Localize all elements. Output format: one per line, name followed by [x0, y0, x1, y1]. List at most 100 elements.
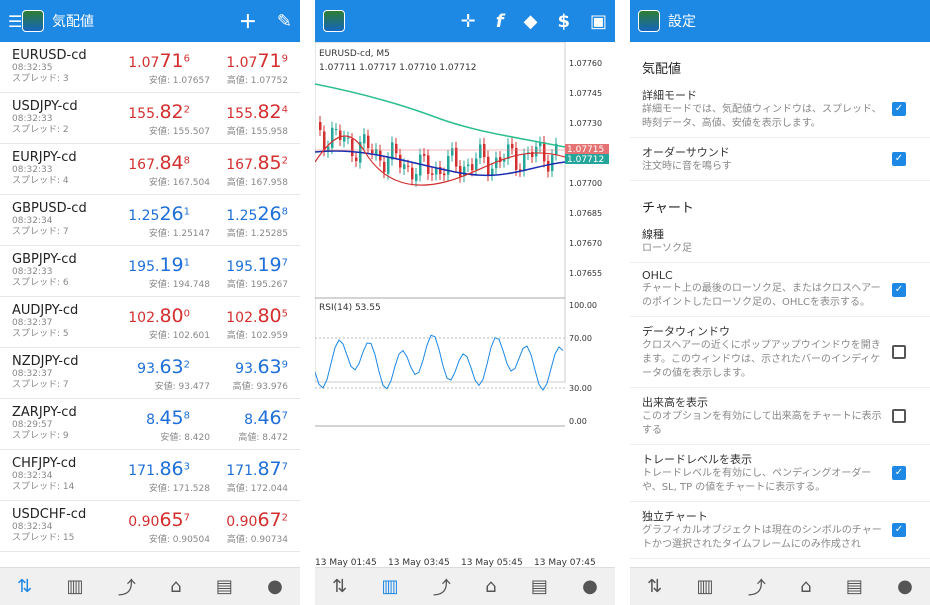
- add-icon[interactable]: ＋: [239, 8, 257, 34]
- setting-description: このオプションを有効にして出来高をチャートに表示する: [642, 411, 882, 436]
- nav-trade-icon[interactable]: ⤴: [118, 574, 136, 600]
- bid-price: 1.07716: [128, 50, 190, 72]
- candle-body: [535, 146, 538, 157]
- nav-messages-icon[interactable]: ●: [267, 576, 283, 597]
- quote-row[interactable]: EURJPY-cd 08:32:33 スプレッド: 4 167.848 167.852 安…: [0, 144, 300, 195]
- settings-list-quotes: 詳細モード 詳細モードでは、気配値ウィンドウは、スプレッド、時刻データ、高値、安値…: [630, 81, 930, 181]
- candle-body: [451, 148, 454, 156]
- menu-icon[interactable]: ☰: [8, 12, 22, 31]
- crosshair-icon[interactable]: ✛: [461, 11, 476, 32]
- setting-description: クロスヘアーの近くにポップアップウインドウを開きます。このウィンドウは、示された…: [642, 340, 881, 379]
- setting-title: 独立チャート: [642, 510, 708, 523]
- nav-history-icon[interactable]: ⌂: [170, 576, 181, 597]
- time-tick-label: 13 May 05:45: [461, 558, 523, 567]
- quote-row[interactable]: ZARJPY-cd 08:29:57 スプレッド: 9 8.458 8.467 安値: 8…: [0, 399, 300, 450]
- setting-checkbox[interactable]: ✓: [892, 102, 906, 116]
- time-tick-label: 13 May 03:45: [388, 558, 450, 567]
- candle-body: [547, 160, 550, 172]
- quote-row[interactable]: AUDJPY-cd 08:32:37 スプレッド: 5 102.800 102.805 安…: [0, 297, 300, 348]
- nav-news-icon[interactable]: ▤: [216, 576, 233, 597]
- nav-trade-icon[interactable]: ⤴: [433, 574, 451, 600]
- quote-row[interactable]: EURUSD-cd 08:32:35 スプレッド: 3 1.07716 1.07719 安…: [0, 42, 300, 93]
- setting-title: 詳細モード: [642, 89, 697, 102]
- candle-body: [467, 164, 470, 167]
- setting-checkbox[interactable]: ✓: [892, 523, 906, 537]
- chart-appbar: ✛ f ◆ $ ▣: [315, 0, 615, 42]
- setting-row[interactable]: 詳細モード 詳細モードでは、気配値ウィンドウは、スプレッド、時刻データ、高値、安値…: [630, 81, 930, 138]
- candle-body: [507, 144, 510, 159]
- candle-body: [407, 165, 410, 167]
- bid-price: 195.191: [128, 254, 190, 276]
- quote-row[interactable]: USDCHF-cd 08:32:34 スプレッド: 15 0.90657 0.90672…: [0, 501, 300, 552]
- nav-quotes-icon[interactable]: ⇅: [647, 576, 662, 597]
- settings-appbar: 設定: [630, 0, 930, 42]
- setting-line-type[interactable]: 線種 ローソク足: [630, 220, 930, 263]
- ask-price: 155.824: [226, 101, 288, 123]
- setting-row[interactable]: トレードレベルを表示 トレードレベルを有効にし、ペンディングオーダーや、SL, T…: [630, 445, 930, 502]
- quote-row[interactable]: NZDJPY-cd 08:32:37 スプレッド: 7 93.632 93.639 安値:…: [0, 348, 300, 399]
- setting-checkbox[interactable]: ✓: [892, 282, 906, 297]
- low-price: 安値: 194.748: [148, 280, 210, 290]
- nav-messages-icon[interactable]: ●: [897, 576, 913, 597]
- nav-quotes-icon[interactable]: ⇅: [332, 576, 347, 597]
- nav-chart-icon[interactable]: ▥: [67, 576, 84, 597]
- nav-chart-icon[interactable]: ▥: [697, 576, 714, 597]
- high-price: 高値: 102.959: [226, 331, 288, 341]
- candle-body: [363, 134, 366, 144]
- high-price: 高値: 1.07752: [226, 76, 288, 86]
- quote-row[interactable]: CHFJPY-cd 08:32:34 スプレッド: 14 171.863 171.877…: [0, 450, 300, 501]
- nav-quotes-icon[interactable]: ⇅: [17, 576, 32, 597]
- bottom-nav: ⇅ ▥ ⤴ ⌂ ▤ ●: [0, 567, 300, 605]
- candle-body: [543, 142, 546, 162]
- setting-row[interactable]: オーダーサウンド 注文時に音を鳴らす ✓: [630, 138, 930, 181]
- setting-row[interactable]: 独立チャート グラフィカルオブジェクトは現在のシンボルのチャートかつ選択されたタイ…: [630, 502, 930, 559]
- candle-body: [387, 158, 390, 174]
- quote-row[interactable]: USDJPY-cd 08:32:33 スプレッド: 2 155.822 155.824 安…: [0, 93, 300, 144]
- setting-checkbox[interactable]: [892, 409, 906, 423]
- objects-icon[interactable]: ◆: [524, 11, 538, 32]
- indicator-icon[interactable]: f: [496, 11, 504, 32]
- setting-row[interactable]: 出来高を表示 このオプションを有効にして出来高をチャートに表示する: [630, 388, 930, 445]
- high-price: 高値: 1.25285: [226, 229, 288, 239]
- setting-title: OHLC: [642, 269, 673, 282]
- nav-news-icon[interactable]: ▤: [846, 576, 863, 597]
- setting-title: オーダーサウンド: [642, 146, 730, 159]
- section-quotes: 気配値: [642, 62, 682, 77]
- high-price: 高値: 167.958: [226, 178, 288, 188]
- nav-history-icon[interactable]: ⌂: [485, 576, 496, 597]
- nav-chart-icon[interactable]: ▥: [382, 576, 399, 597]
- rsi-tick-label: 30.00: [569, 384, 592, 393]
- nav-news-icon[interactable]: ▤: [531, 576, 548, 597]
- setting-checkbox[interactable]: ✓: [892, 152, 906, 166]
- high-price: 高値: 0.90734: [226, 535, 288, 545]
- setting-row[interactable]: データウィンドウ クロスヘアーの近くにポップアップウインドウを開きます。このウィン…: [630, 317, 930, 388]
- page-title: 気配値: [52, 14, 94, 30]
- low-price: 安値: 171.528: [148, 484, 210, 494]
- nav-trade-icon[interactable]: ⤴: [748, 574, 766, 600]
- setting-description: 注文時に音を鳴らす: [642, 161, 732, 172]
- bid-price: 1.25261: [128, 203, 190, 225]
- price-chart[interactable]: EURUSD-cd, M5 1.07711 1.07717 1.07710 1.…: [315, 42, 615, 567]
- high-price: 高値: 155.958: [226, 127, 288, 137]
- settings-panel: 設定 気配値 詳細モード 詳細モードでは、気配値ウィンドウは、スプレッド、時刻デー…: [630, 0, 930, 605]
- candle-body: [551, 155, 554, 172]
- bid-price: 167.848: [128, 152, 190, 174]
- setting-checkbox[interactable]: [892, 345, 906, 359]
- low-price: 安値: 8.420: [160, 433, 210, 443]
- low-price: 安値: 1.25147: [148, 229, 210, 239]
- setting-checkbox[interactable]: ✓: [892, 466, 906, 480]
- ask-price: 8.467: [244, 407, 288, 429]
- candle-body: [383, 161, 386, 173]
- trade-dollar-icon[interactable]: $: [557, 11, 570, 32]
- quote-row[interactable]: GBPUSD-cd 08:32:34 スプレッド: 7 1.25261 1.25268 安…: [0, 195, 300, 246]
- bid-price-tag: 1.07715: [567, 145, 604, 155]
- nav-history-icon[interactable]: ⌂: [800, 576, 811, 597]
- setting-row[interactable]: OHLC チャート上の最後のローソク足、またはクロスヘアーのポイントしたローソク足…: [630, 263, 930, 317]
- new-order-icon[interactable]: ▣: [590, 11, 607, 32]
- setting-value: ローソク足: [642, 243, 692, 254]
- bid-price: 155.822: [128, 101, 190, 123]
- edit-icon[interactable]: ✎: [277, 11, 292, 32]
- bid-price: 93.632: [137, 356, 190, 378]
- quote-row[interactable]: GBPJPY-cd 08:32:33 スプレッド: 6 195.191 195.197 安…: [0, 246, 300, 297]
- nav-messages-icon[interactable]: ●: [582, 576, 598, 597]
